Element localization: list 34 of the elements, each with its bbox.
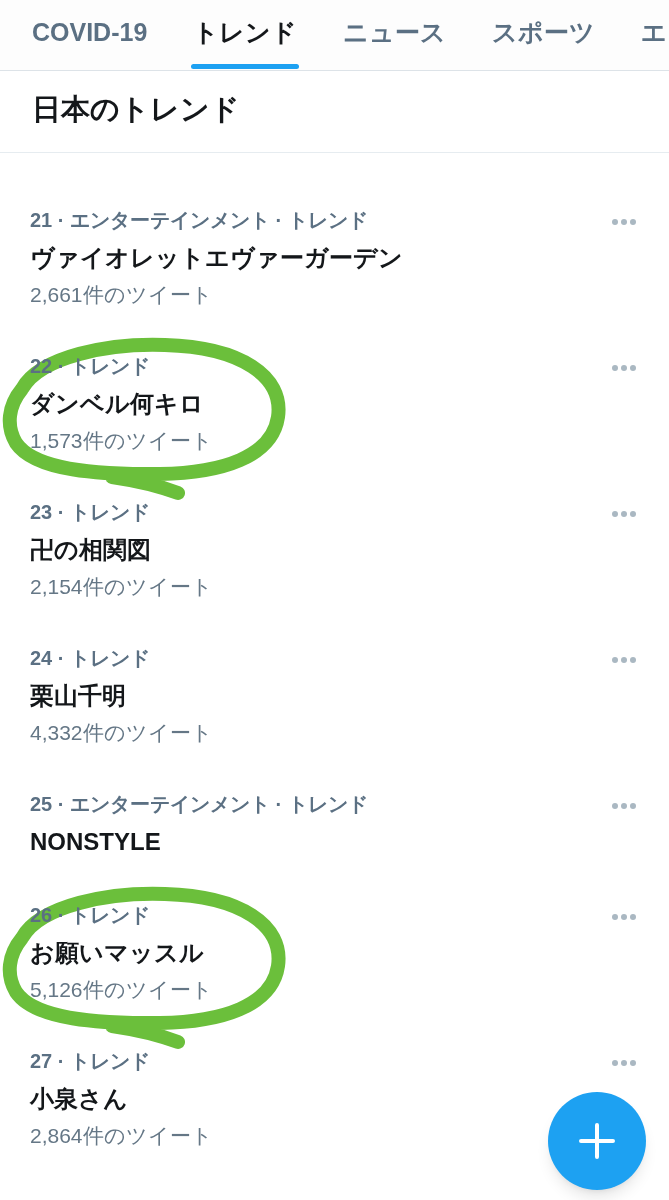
trend-category: 23 · トレンド bbox=[30, 500, 151, 525]
trend-title: 小泉さん bbox=[30, 1084, 128, 1114]
trend-title: NONSTYLE bbox=[30, 827, 161, 857]
tab[interactable]: COVID-19 bbox=[9, 0, 171, 70]
tweet-count: 1,573件のツイート bbox=[30, 428, 213, 454]
more-icon[interactable] bbox=[612, 1060, 636, 1066]
trend-title: 栗山千明 bbox=[30, 681, 126, 711]
trend-title: ヴァイオレットエヴァーガーデン bbox=[30, 243, 403, 273]
tab[interactable]: ニュース bbox=[320, 0, 470, 70]
more-icon[interactable] bbox=[612, 365, 636, 371]
trend-title: 卍の相関図 bbox=[30, 535, 151, 565]
more-icon[interactable] bbox=[612, 657, 636, 663]
trend-title: ダンベル何キロ bbox=[30, 389, 204, 419]
trend-category: 25 · エンターテインメント · トレンド bbox=[30, 792, 368, 817]
tweet-count: 2,154件のツイート bbox=[30, 574, 213, 600]
plus-icon bbox=[579, 1123, 615, 1159]
more-icon[interactable] bbox=[612, 914, 636, 920]
trend-title: お願いマッスル bbox=[30, 938, 204, 968]
section-title: 日本のトレンド bbox=[32, 91, 240, 127]
trend-category: 21 · エンターテインメント · トレンド bbox=[30, 208, 368, 233]
tweet-count: 4,332件のツイート bbox=[30, 720, 213, 746]
tab[interactable]: トレンド bbox=[170, 0, 321, 70]
trend-category: 22 · トレンド bbox=[30, 354, 151, 379]
tweet-count: 2,864件のツイート bbox=[30, 1123, 213, 1149]
more-icon[interactable] bbox=[612, 511, 636, 517]
tab[interactable]: スポーツ bbox=[469, 0, 619, 70]
trend-category: 26 · トレンド bbox=[30, 903, 151, 928]
tweet-count: 2,661件のツイート bbox=[30, 282, 213, 308]
trend-category: 24 · トレンド bbox=[30, 646, 151, 671]
tab[interactable]: エ bbox=[618, 0, 668, 70]
more-icon[interactable] bbox=[612, 803, 636, 809]
trend-category: 27 · トレンド bbox=[30, 1049, 151, 1074]
more-icon[interactable] bbox=[612, 219, 636, 225]
tweet-count: 5,126件のツイート bbox=[30, 977, 213, 1003]
